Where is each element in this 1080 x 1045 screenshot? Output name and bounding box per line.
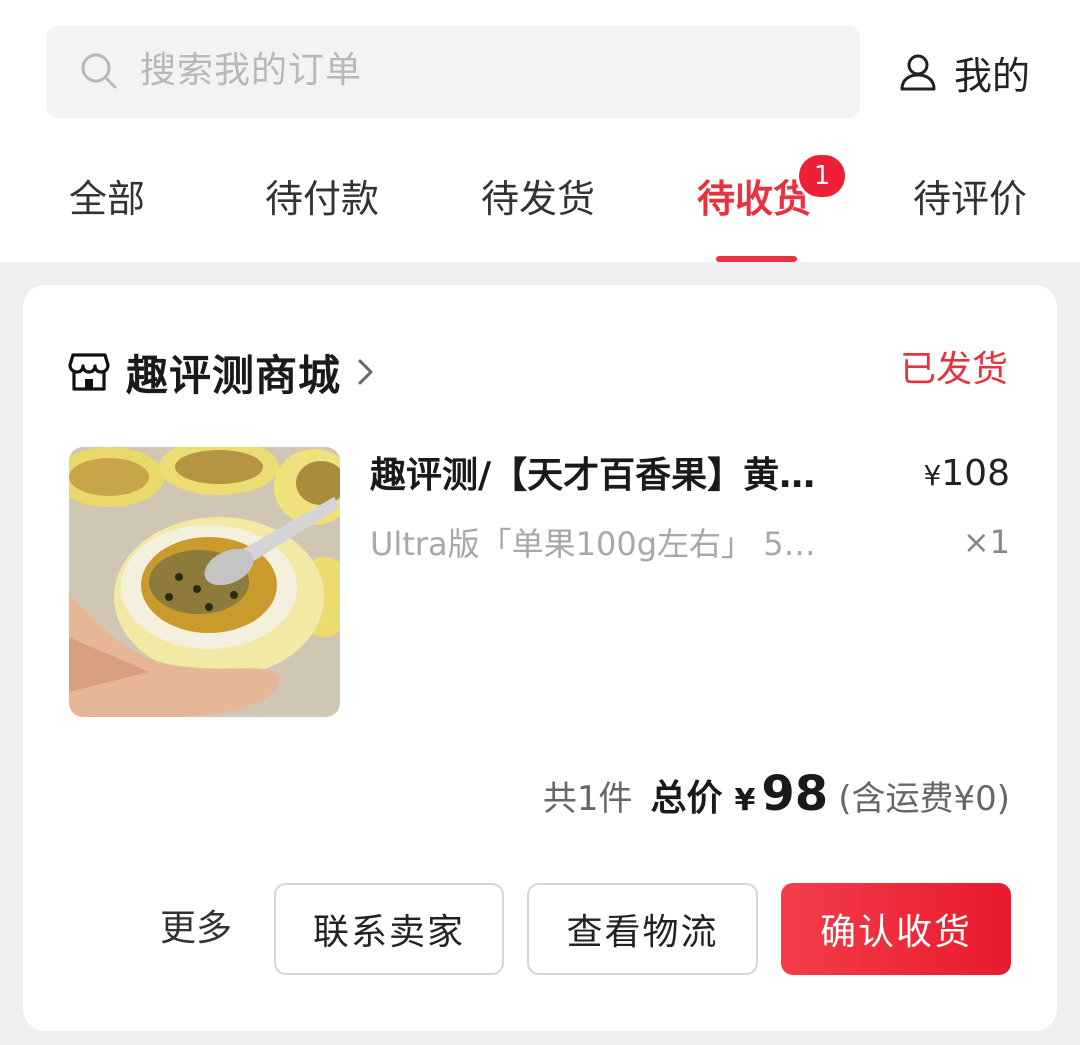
order-total: 共1件 总价 ¥ 98 (含运费¥0) — [543, 766, 1010, 826]
product-spec: Ultra版「单果100g左右」 5斤装 — [370, 525, 840, 563]
view-logistics-button[interactable]: 查看物流 — [527, 883, 758, 975]
search-input[interactable]: 搜索我的订单 — [140, 48, 362, 94]
price-value: 108 — [941, 453, 1010, 494]
mine-label: 我的 — [954, 53, 1031, 98]
product-image[interactable] — [69, 447, 340, 717]
order-status: 已发货 — [900, 349, 1009, 390]
shipping-note: (含运费¥0) — [838, 779, 1010, 819]
item-count: 共1件 — [542, 779, 633, 819]
search-icon — [81, 53, 117, 89]
tab-all[interactable]: 全部 — [69, 174, 145, 224]
order-tabs: 全部 待付款 待发货 待收货 待评价 — [0, 160, 1080, 262]
tab-pending-shipment[interactable]: 待发货 — [481, 174, 595, 224]
total-label: 总价 — [650, 778, 723, 819]
confirm-receipt-button[interactable]: 确认收货 — [781, 883, 1011, 975]
tab-pending-receipt[interactable]: 待收货 — [697, 174, 811, 224]
user-icon — [900, 54, 936, 91]
chevron-right-icon — [358, 359, 373, 385]
store-name: 趣评测商城 — [126, 350, 342, 400]
product-quantity: ×1 — [962, 523, 1010, 561]
contact-seller-button[interactable]: 联系卖家 — [274, 883, 504, 975]
passion-fruit-image — [69, 447, 340, 717]
tab-pending-review[interactable]: 待评价 — [913, 174, 1027, 224]
product-price: ¥108 — [923, 450, 1010, 500]
total-currency: ¥ — [734, 783, 756, 818]
active-tab-indicator — [716, 256, 797, 262]
store-link[interactable]: 趣评测商城 — [68, 340, 377, 404]
tab-badge: 1 — [796, 152, 848, 200]
mine-button[interactable]: 我的 — [898, 44, 1030, 100]
tab-pending-payment[interactable]: 待付款 — [265, 174, 379, 224]
total-amount: 98 — [761, 766, 829, 822]
product-title[interactable]: 趣评测/【天才百香果】黄金百香果 — [370, 450, 840, 502]
price-currency: ¥ — [923, 459, 942, 492]
store-icon — [68, 353, 110, 391]
more-button[interactable]: 更多 — [160, 905, 232, 953]
